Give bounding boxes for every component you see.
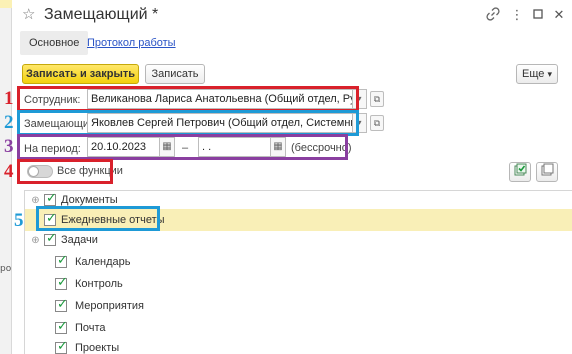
background-text: ро (0, 264, 12, 274)
background-highlight (0, 0, 12, 8)
list-item-label: Почта (75, 322, 106, 334)
substitute-open-button[interactable]: ⧉ (370, 115, 384, 131)
checkbox[interactable]: ✓ (44, 191, 57, 206)
annotation-number-4: 4 (4, 161, 14, 182)
substitute-dropdown-button[interactable]: ▾ (353, 113, 367, 133)
list-item[interactable]: ✓ Календарь (25, 253, 572, 275)
checkbox[interactable]: ✓ (55, 297, 68, 312)
tab-work-log[interactable]: Протокол работы (87, 31, 176, 55)
employee-field[interactable]: Великанова Лариса Анатольевна (Общий отд… (87, 89, 353, 109)
list-item-label: Ежедневные отчеты (61, 214, 165, 226)
functions-tree: ⊕ ✓ Документы ✓ Ежедневные отчеты ⊕ ✓ За… (24, 190, 572, 354)
checkbox[interactable]: ✓ (44, 211, 57, 226)
employee-dropdown-button[interactable]: ▾ (353, 89, 367, 109)
annotation-number-5: 5 (14, 210, 24, 231)
list-item-label: Мероприятия (75, 300, 144, 312)
list-item[interactable]: ✓ Проекты (25, 339, 572, 354)
date-from-field[interactable]: 20.10.2023 (87, 137, 160, 157)
more-button[interactable]: Еще ▾ (516, 64, 558, 84)
list-item[interactable]: ⊕ ✓ Задачи (25, 231, 572, 253)
checkbox[interactable]: ✓ (55, 275, 68, 290)
date-separator: – (182, 142, 189, 154)
annotation-number-2: 2 (4, 112, 14, 133)
list-item-label: Документы (61, 194, 118, 206)
substitute-field[interactable]: Яковлев Сергей Петрович (Общий отдел, Си… (87, 113, 353, 133)
tab-main[interactable]: Основное (20, 31, 89, 55)
save-button[interactable]: Записать (145, 64, 205, 84)
expand-icon[interactable]: ⊕ (31, 236, 40, 246)
checkbox[interactable]: ✓ (55, 339, 68, 354)
list-item-label: Календарь (75, 256, 131, 268)
employee-label: Сотрудник: (24, 94, 81, 106)
window-title: Замещающий * (44, 6, 159, 23)
chevron-down-icon: ▾ (547, 69, 552, 79)
date-to-field[interactable]: . . (198, 137, 271, 157)
annotation-number-1: 1 (4, 88, 14, 109)
list-item[interactable]: ✓ Мероприятия (25, 297, 572, 319)
maximize-icon[interactable] (530, 7, 546, 23)
substitute-form-window: ☆ Замещающий * ⋮ ✕ Основное Протокол раб… (4, 0, 572, 354)
checkbox[interactable]: ✓ (55, 319, 68, 334)
title-bar: ☆ Замещающий * ⋮ ✕ (12, 0, 572, 30)
checkbox[interactable]: ✓ (55, 253, 68, 268)
list-item[interactable]: ✓ Контроль (25, 275, 572, 297)
more-vert-icon[interactable]: ⋮ (509, 7, 525, 23)
check-all-icon[interactable] (509, 162, 531, 182)
period-label: На период: (24, 143, 81, 155)
favorite-star-icon[interactable]: ☆ (22, 7, 35, 22)
list-item-label: Задачи (61, 234, 98, 246)
employee-open-button[interactable]: ⧉ (370, 91, 384, 107)
calendar-icon[interactable]: ▦ (160, 137, 175, 157)
period-note: (бессрочно) (291, 142, 352, 154)
list-item-label: Проекты (75, 342, 120, 354)
calendar-icon[interactable]: ▦ (271, 137, 286, 157)
list-item-label: Контроль (75, 278, 123, 290)
close-icon[interactable]: ✕ (551, 7, 567, 23)
list-item-selected[interactable]: ✓ Ежедневные отчеты (25, 209, 572, 231)
expand-icon[interactable]: ⊕ (31, 196, 40, 206)
save-and-close-button[interactable]: Записать и закрыть (22, 64, 139, 84)
uncheck-all-icon[interactable] (536, 162, 558, 182)
all-functions-toggle[interactable] (27, 165, 53, 178)
all-functions-label: Все функции (57, 165, 123, 177)
checkbox[interactable]: ✓ (44, 231, 57, 246)
list-item[interactable]: ✓ Почта (25, 319, 572, 341)
annotation-number-3: 3 (4, 136, 14, 157)
link-icon[interactable] (485, 7, 501, 23)
